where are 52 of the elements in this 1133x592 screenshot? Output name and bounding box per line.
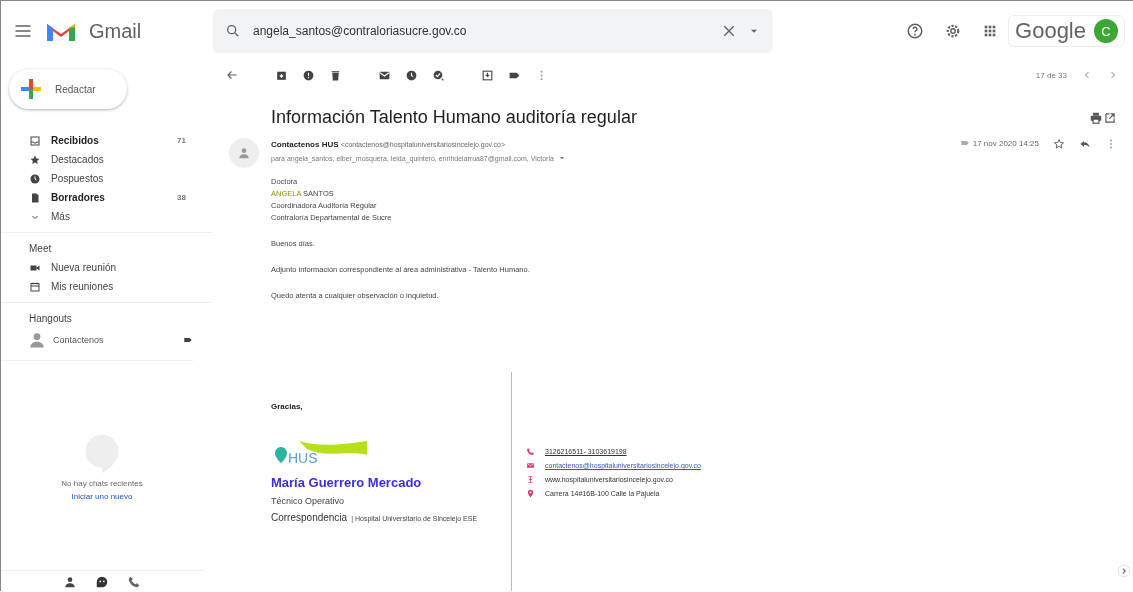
search-input[interactable]: angela_santos@contraloriasucre.gov.co	[251, 23, 711, 39]
user-avatar-icon	[27, 330, 47, 350]
search-field[interactable]: angela_santos@contraloriasucre.gov.co	[213, 9, 773, 53]
new-window-icon[interactable]	[1103, 110, 1117, 125]
pager-text: 17 de 33	[1035, 70, 1067, 80]
sidebar-item[interactable]: Pospuestos	[1, 169, 213, 188]
email-date: 17 nov 2020 14:25	[972, 138, 1039, 148]
star-icon[interactable]	[1053, 138, 1065, 150]
close-icon[interactable]	[721, 23, 737, 39]
signature-name: María Guerrero Mercado	[271, 475, 422, 490]
snooze-icon[interactable]	[405, 68, 418, 82]
section-heading: Meet	[1, 232, 213, 258]
phone-icon[interactable]	[127, 575, 141, 589]
plus-icon	[19, 77, 43, 101]
trash-icon[interactable]	[329, 68, 342, 82]
sidebar-item[interactable]: Nueva reunión	[1, 258, 213, 277]
sidebar-item[interactable]: Borradores 38	[1, 188, 213, 207]
mail-icon	[526, 461, 535, 470]
signature-role: Técnico Operativo	[271, 496, 345, 506]
task-icon[interactable]	[432, 68, 445, 82]
person-icon	[237, 146, 251, 160]
print-icon[interactable]	[1089, 110, 1103, 125]
person-icon[interactable]	[63, 575, 77, 589]
closing-text: Gracias,	[271, 402, 303, 411]
report-icon[interactable]	[302, 68, 315, 82]
compose-button[interactable]: Redactar	[9, 69, 127, 109]
clock-icon	[29, 172, 41, 185]
sidebar-item[interactable]: Mis reuniones	[1, 277, 213, 296]
sidebar-item[interactable]: Más	[1, 207, 213, 226]
back-icon[interactable]	[225, 68, 239, 82]
empty-chats-text: No hay chats recientes	[61, 478, 143, 488]
phone-icon	[526, 447, 535, 456]
location-pin-icon	[526, 489, 535, 498]
help-icon[interactable]	[906, 22, 925, 40]
chat-icon[interactable]	[95, 575, 109, 589]
app-name: Gmail	[89, 19, 142, 43]
signature-department: Correspondencia	[271, 512, 348, 523]
search-icon[interactable]	[225, 23, 241, 39]
account-button[interactable]: Google C	[1008, 15, 1125, 47]
start-chat-link[interactable]: Iniciar uno nuevo	[71, 491, 133, 501]
sidebar-item[interactable]: Recibidos 71	[1, 131, 213, 150]
section-heading: Hangouts	[1, 302, 213, 328]
hospital-logo: HUS	[271, 435, 371, 469]
calendar-icon	[29, 280, 41, 293]
inbox-icon	[29, 134, 41, 147]
move-icon[interactable]	[481, 68, 494, 82]
document-icon	[29, 191, 41, 204]
avatar: C	[1094, 19, 1118, 43]
email-subject: Información Talento Humano auditoría regular	[271, 107, 638, 128]
reply-icon[interactable]	[1079, 138, 1091, 150]
hangouts-user[interactable]: Contactenos	[53, 335, 177, 345]
sidebar-item[interactable]: Destacados	[1, 150, 213, 169]
